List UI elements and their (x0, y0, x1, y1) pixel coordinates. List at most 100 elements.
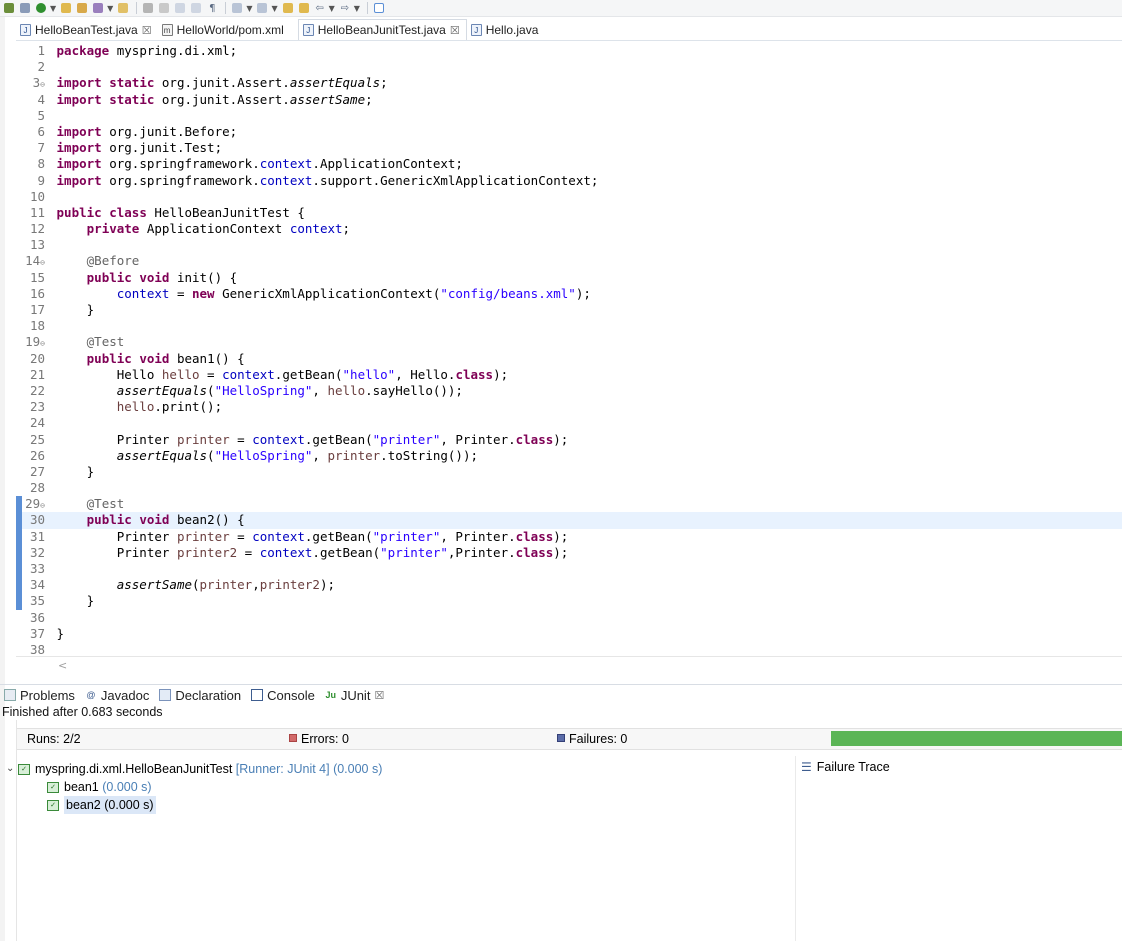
errors-label: Errors: (301, 732, 342, 746)
code-line[interactable]: 25 Printer printer = context.getBean("pr… (16, 432, 1122, 448)
code-line[interactable]: 30 public void bean2() { (16, 512, 1122, 529)
code-text: import org.springframework.context.suppo… (56, 172, 599, 188)
last-edit-icon[interactable] (281, 1, 295, 15)
fold-toggle-icon[interactable]: ⊖ (40, 339, 45, 348)
horizontal-scrollbar[interactable]: < (16, 656, 1122, 673)
code-line[interactable]: 22 assertEquals("HelloSpring", hello.say… (16, 383, 1122, 399)
test-case-row[interactable]: ✓ bean1 (0.000 s) (6, 778, 382, 796)
fold-toggle-icon[interactable]: ⊖ (40, 258, 45, 267)
new-window-icon[interactable] (372, 1, 386, 15)
code-line[interactable]: 28 (16, 480, 1122, 496)
next-annotation-dropdown-icon[interactable]: ▼ (246, 4, 252, 13)
open-file-icon[interactable] (116, 1, 130, 15)
code-line[interactable]: 21 Hello hello = context.getBean("hello"… (16, 367, 1122, 383)
code-line[interactable]: 18 (16, 318, 1122, 334)
code-line[interactable]: 9 import org.springframework.context.sup… (16, 173, 1122, 189)
code-line[interactable]: 7 import org.junit.Test; (16, 140, 1122, 156)
sash-divider[interactable] (795, 756, 796, 941)
code-line[interactable]: 6 import org.junit.Before; (16, 124, 1122, 140)
toolbar-separator (225, 2, 227, 14)
code-line[interactable]: 16 context = new GenericXmlApplicationCo… (16, 286, 1122, 302)
code-line[interactable]: 1 package myspring.di.xml; (16, 43, 1122, 59)
prev-annotation-dropdown-icon[interactable]: ▼ (271, 4, 277, 13)
test-suite-row[interactable]: ⌄ ✓ myspring.di.xml.HelloBeanJunitTest [… (6, 760, 382, 778)
pen-icon[interactable] (91, 1, 105, 15)
close-tab-icon[interactable]: ☒ (374, 689, 384, 702)
tab-junit[interactable]: Ju JUnit ☒ (325, 688, 385, 703)
editor-tab[interactable]: m HelloWorld/pom.xml (158, 20, 290, 40)
run-icon[interactable] (34, 1, 48, 15)
code-text: } (49, 302, 95, 317)
code-line[interactable]: 10 (16, 189, 1122, 205)
code-line[interactable]: 34 assertSame(printer,printer2); (16, 577, 1122, 594)
code-line[interactable]: 12 private ApplicationContext context; (16, 221, 1122, 237)
toggle-block-icon[interactable] (173, 1, 187, 15)
next-annotation-icon[interactable] (230, 1, 244, 15)
test-name: bean1 (64, 780, 99, 794)
java-file-icon: J (302, 24, 314, 36)
open-folder-icon[interactable] (59, 1, 73, 15)
code-line[interactable]: 20 public void bean1() { (16, 351, 1122, 367)
pilcrow-icon[interactable]: ¶ (205, 1, 219, 15)
code-line[interactable]: 26 assertEquals("HelloSpring", printer.t… (16, 448, 1122, 464)
tab-declaration[interactable]: Declaration (159, 688, 241, 703)
code-line[interactable]: 35 } (16, 593, 1122, 610)
code-line[interactable]: 3⊖ import static org.junit.Assert.assert… (16, 75, 1122, 91)
code-line[interactable]: 5 (16, 108, 1122, 124)
show-whitespace-icon[interactable] (189, 1, 203, 15)
prev-annotation-icon[interactable] (255, 1, 269, 15)
forward-edit-icon[interactable] (297, 1, 311, 15)
tab-console[interactable]: Console (251, 688, 315, 703)
grid-icon[interactable] (18, 1, 32, 15)
code-line[interactable]: 8 import org.springframework.context.App… (16, 156, 1122, 172)
line-number: 17 (29, 302, 45, 317)
code-line[interactable]: 33 (16, 561, 1122, 578)
fold-toggle-icon[interactable]: ⊖ (40, 501, 45, 510)
pin-icon[interactable] (141, 1, 155, 15)
editor-tab-active[interactable]: J HelloBeanJunitTest.java ☒ (297, 19, 467, 40)
code-line[interactable]: 13 (16, 237, 1122, 253)
code-line[interactable]: 11 public class HelloBeanJunitTest { (16, 205, 1122, 221)
code-line[interactable]: 19⊖ @Test (16, 334, 1122, 350)
code-line[interactable]: 14⊖ @Before (16, 253, 1122, 269)
code-line[interactable]: 37 } (16, 626, 1122, 642)
back-dropdown-icon[interactable]: ▼ (329, 4, 335, 13)
open-type-icon[interactable] (75, 1, 89, 15)
chevron-down-icon[interactable]: ⌄ (6, 760, 18, 778)
code-line[interactable]: 2 (16, 59, 1122, 75)
pen-dropdown-icon[interactable]: ▼ (107, 4, 113, 13)
code-line[interactable]: 17 } (16, 302, 1122, 318)
editor-tab[interactable]: J HelloBeanTest.java ☒ (16, 20, 158, 40)
close-tab-icon[interactable]: ☒ (142, 24, 152, 37)
debug-icon[interactable] (2, 1, 16, 15)
code-line[interactable]: 23 hello.print(); (16, 399, 1122, 415)
code-editor[interactable]: 1 package myspring.di.xml; 2 3⊖ import st… (16, 40, 1122, 658)
junit-test-tree[interactable]: ⌄ ✓ myspring.di.xml.HelloBeanJunitTest [… (6, 760, 382, 814)
editor-tab[interactable]: J Hello.java (467, 20, 545, 40)
code-line[interactable]: 32 Printer printer2 = context.getBean("p… (16, 544, 1122, 561)
code-line[interactable]: 24 (16, 415, 1122, 431)
code-line[interactable]: 31 Printer printer = context.getBean("pr… (16, 528, 1122, 545)
code-line[interactable]: 27 } (16, 464, 1122, 480)
close-tab-icon[interactable]: ☒ (450, 24, 460, 37)
code-line[interactable]: 29⊖ @Test (16, 496, 1122, 513)
tab-problems[interactable]: Problems (4, 688, 75, 703)
code-line[interactable]: 15 public void init() { (16, 270, 1122, 286)
forward-icon[interactable]: ⇨ (338, 1, 352, 15)
tab-javadoc[interactable]: @ Javadoc (85, 688, 149, 703)
run-dropdown-icon[interactable]: ▼ (50, 4, 56, 13)
code-line[interactable]: 36 (16, 610, 1122, 626)
line-number: 28 (29, 480, 45, 496)
test-case-row-selected[interactable]: ✓ bean2 (0.000 s) (6, 796, 382, 814)
brush-icon[interactable] (157, 1, 171, 15)
code-area[interactable]: 1 package myspring.di.xml; 2 3⊖ import st… (16, 43, 1122, 658)
back-icon[interactable]: ⇦ (313, 1, 327, 15)
code-text: import static org.junit.Assert.assertEqu… (56, 75, 388, 91)
fold-toggle-icon[interactable]: ⊖ (40, 80, 45, 89)
forward-dropdown-icon[interactable]: ▼ (354, 4, 360, 13)
code-line[interactable]: 4 import static org.junit.Assert.assertS… (16, 92, 1122, 108)
scroll-left-icon[interactable]: < (58, 659, 67, 672)
